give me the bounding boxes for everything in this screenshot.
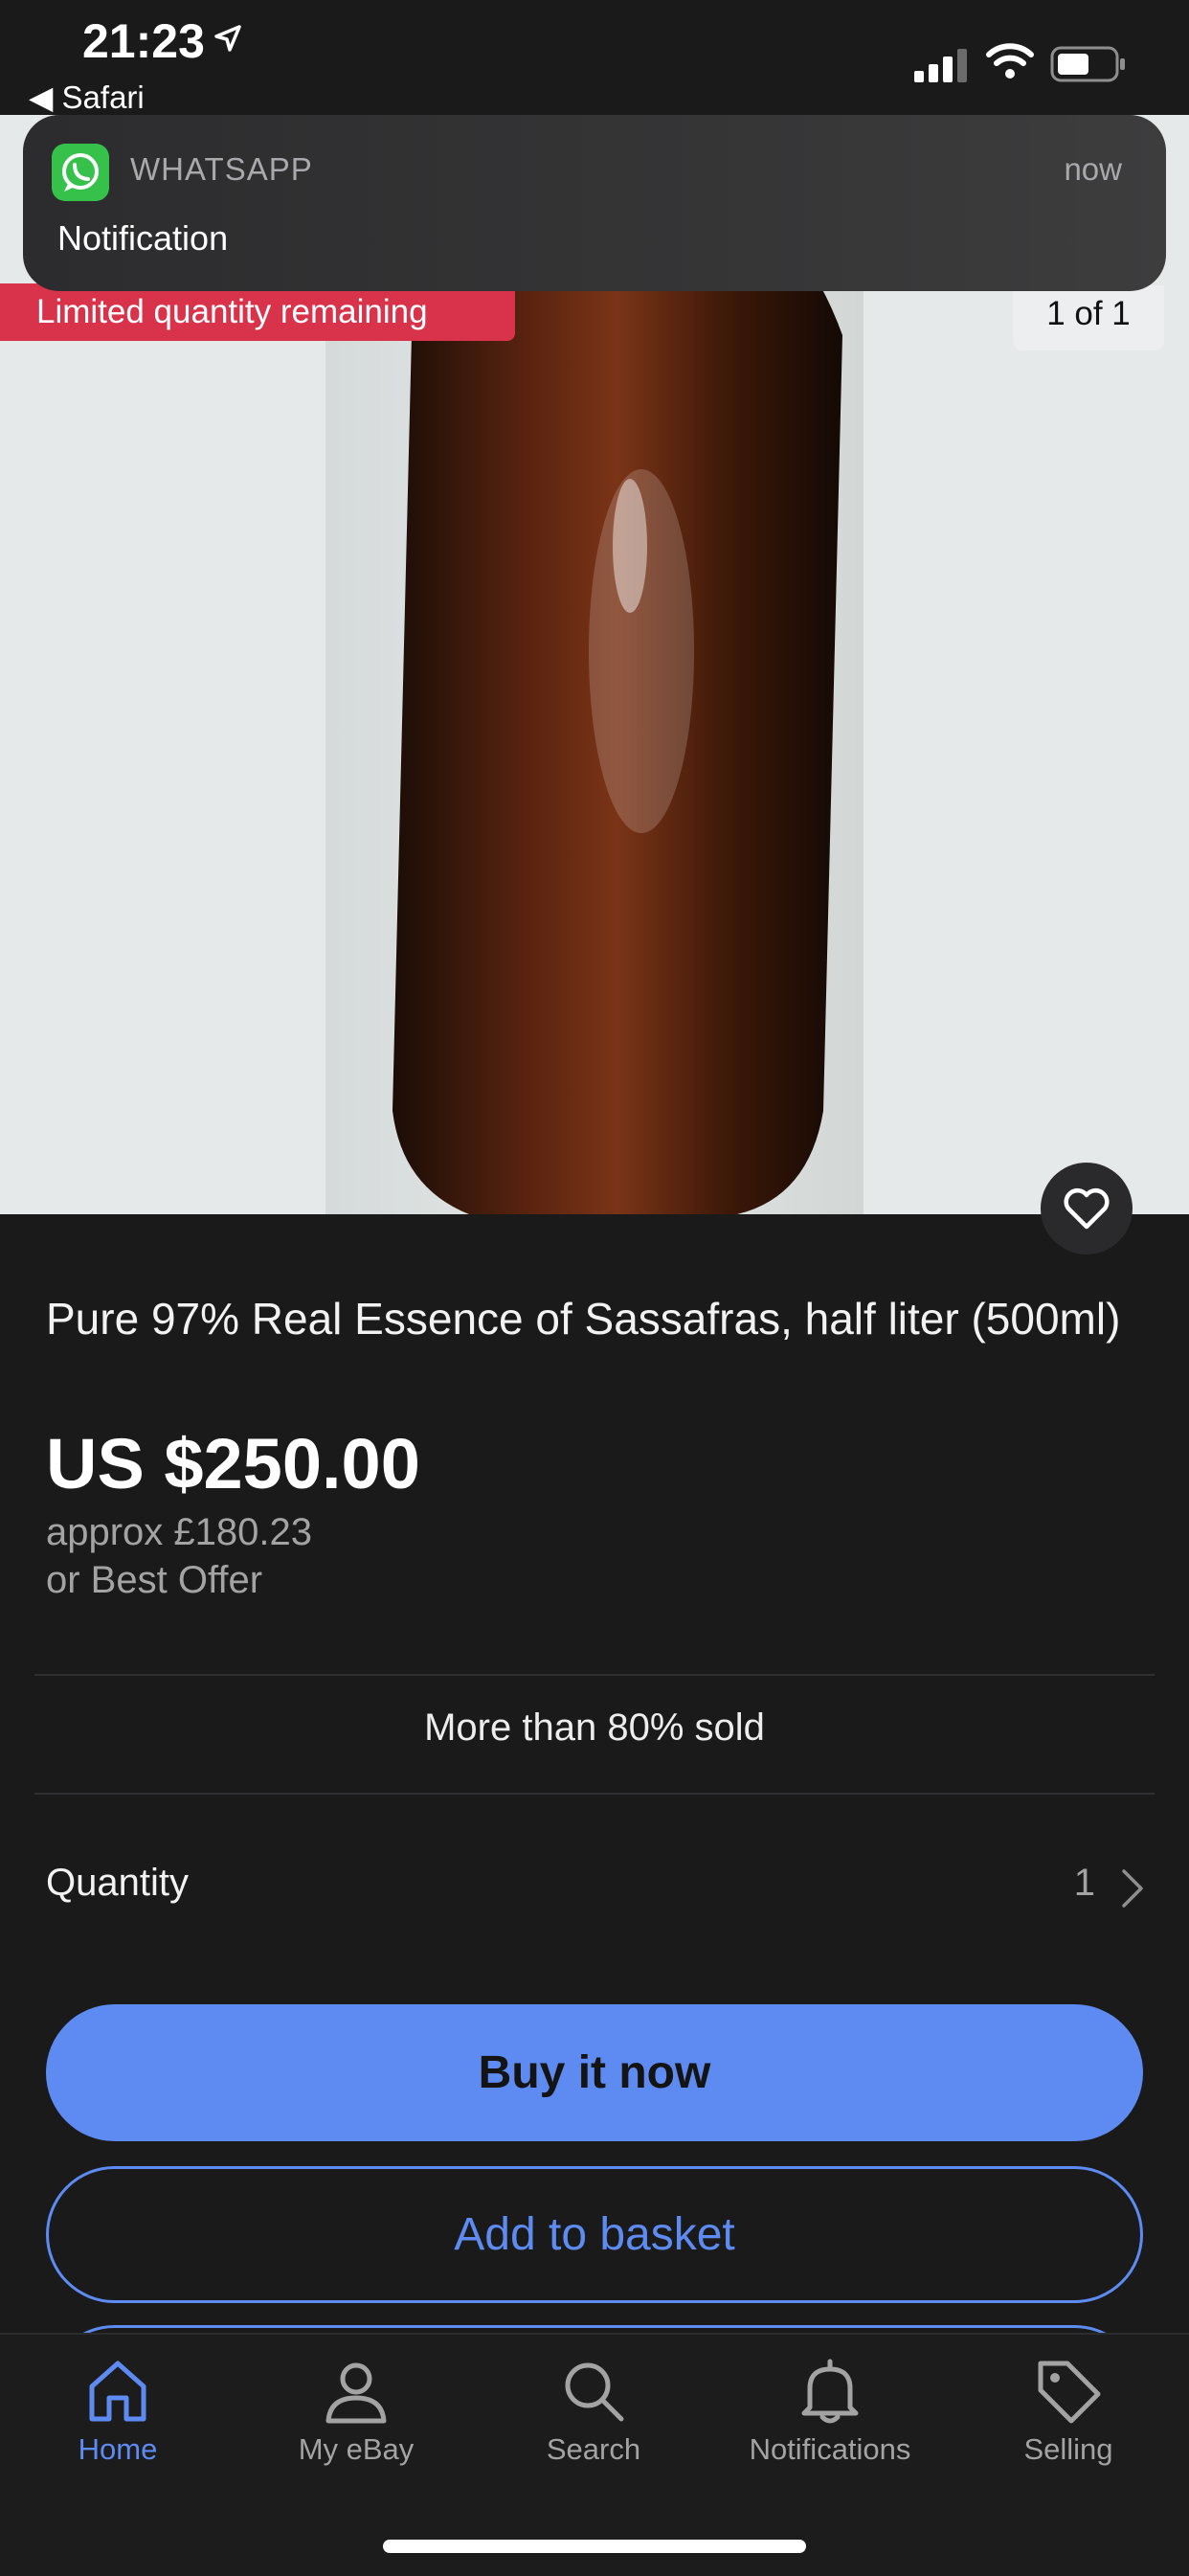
tab-label: My eBay <box>298 2432 415 2466</box>
best-offer-label: or Best Offer <box>46 1559 263 1601</box>
notification-time: now <box>1064 151 1122 187</box>
divider <box>34 1793 1155 1795</box>
home-indicator <box>383 2540 806 2553</box>
tab-notifications[interactable]: Notifications <box>734 2358 926 2467</box>
tag-icon <box>1038 2361 1101 2424</box>
tab-home[interactable]: Home <box>22 2358 213 2467</box>
tab-label: Home <box>78 2432 158 2466</box>
tab-label: Search <box>546 2432 641 2466</box>
battery-icon <box>1050 46 1125 82</box>
status-bar: 21:23 ◀ Safari <box>0 0 1189 115</box>
wifi-icon <box>986 43 1034 79</box>
divider <box>34 1674 1155 1676</box>
add-to-basket-button[interactable]: Add to basket <box>46 2166 1143 2303</box>
heart-icon <box>1064 1187 1110 1230</box>
quantity-value: 1 <box>1073 1862 1095 1904</box>
search-icon <box>565 2362 624 2422</box>
tab-label: Selling <box>1023 2432 1113 2466</box>
bell-icon <box>801 2359 859 2424</box>
listing-price: US $250.00 <box>46 1424 420 1503</box>
tab-selling[interactable]: Selling <box>973 2358 1164 2467</box>
listing-title: Pure 97% Real Essence of Sassafras, half… <box>46 1294 1121 1344</box>
quantity-label: Quantity <box>46 1862 189 1904</box>
watch-button[interactable] <box>1041 1163 1133 1254</box>
quantity-selector[interactable]: Quantity 1 <box>0 1848 1189 1925</box>
home-icon <box>89 2361 146 2422</box>
limited-quantity-badge: Limited quantity remaining <box>0 283 515 341</box>
status-time: 21:23 <box>82 14 205 68</box>
cellular-signal-icon <box>914 49 967 82</box>
converted-price: approx £180.23 <box>46 1511 313 1553</box>
person-icon <box>325 2362 387 2424</box>
sold-percentage: More than 80% sold <box>424 1706 765 1749</box>
notification-body: Notification <box>57 218 229 258</box>
tab-my-ebay[interactable]: My eBay <box>260 2358 452 2467</box>
tab-search[interactable]: Search <box>498 2358 689 2467</box>
whatsapp-notification[interactable]: WHATSAPP now Notification <box>23 115 1166 291</box>
location-arrow-icon <box>214 25 241 52</box>
tab-label: Notifications <box>749 2432 911 2466</box>
whatsapp-icon <box>52 144 109 201</box>
back-to-safari-link[interactable]: ◀ Safari <box>29 79 145 116</box>
buy-it-now-button[interactable]: Buy it now <box>46 2004 1143 2141</box>
image-counter: 1 of 1 <box>1013 285 1164 350</box>
chevron-right-icon <box>1122 1869 1143 1908</box>
notification-app-name: WHATSAPP <box>130 151 313 187</box>
